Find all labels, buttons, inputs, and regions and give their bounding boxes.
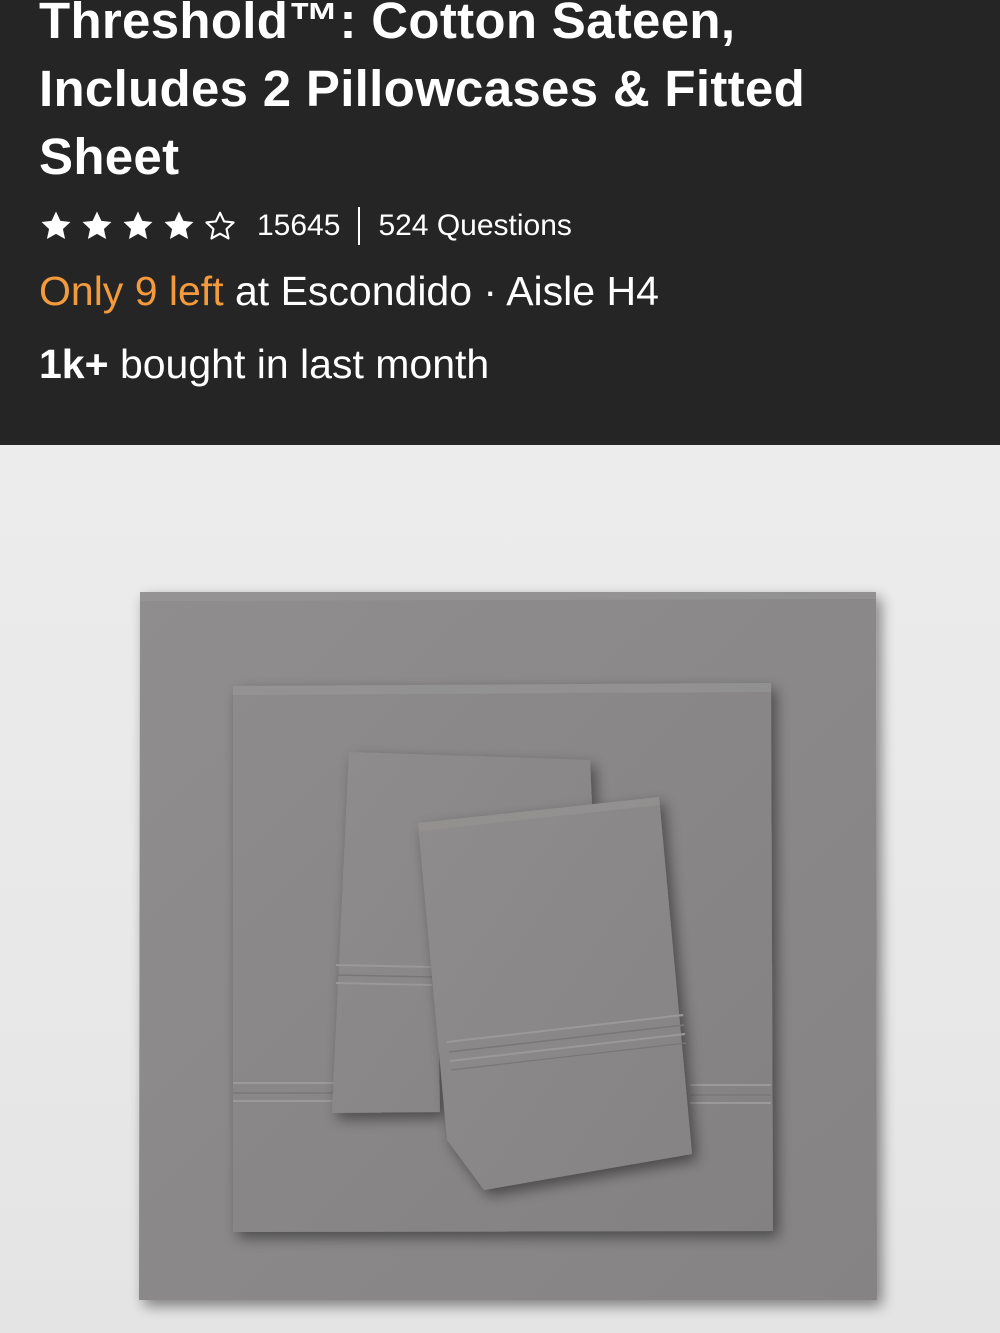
stock-status[interactable]: Only 9 left at Escondido · Aisle H4	[39, 262, 659, 320]
product-title-line-1: Threshold™: Cotton Sateen,	[39, 0, 736, 49]
product-image[interactable]	[0, 445, 1000, 1333]
product-title-line-2: Includes 2 Pillowcases & Fitted	[39, 60, 806, 117]
questions-link[interactable]: 524 Questions	[378, 209, 571, 243]
product-page: Threshold™: Cotton Sateen, Includes 2 Pi…	[0, 0, 1000, 1333]
rating-count-link[interactable]: 15645	[257, 209, 340, 243]
sheet-set-photo	[139, 592, 877, 1300]
star-filled-icon	[82, 211, 112, 240]
store-location: at Escondido · Aisle H4	[223, 268, 659, 314]
rating-row: 15645 524 Questions	[39, 204, 572, 248]
star-filled-icon	[164, 211, 194, 240]
product-title: Threshold™: Cotton Sateen, Includes 2 Pi…	[39, 0, 939, 191]
star-filled-icon	[41, 211, 71, 240]
purchase-stats: 1k+ bought in last month	[39, 335, 489, 393]
pillowcase-front	[418, 797, 692, 1190]
rating-divider	[358, 207, 361, 245]
star-empty-icon	[205, 211, 235, 240]
bought-text: bought in last month	[108, 341, 490, 387]
bought-count: 1k+	[39, 341, 109, 387]
rating-stars[interactable]	[39, 209, 237, 243]
product-title-line-3: Sheet	[39, 128, 180, 185]
stock-count: Only 9 left	[39, 268, 224, 314]
product-header: Threshold™: Cotton Sateen, Includes 2 Pi…	[0, 0, 1000, 445]
star-filled-icon	[123, 211, 153, 240]
